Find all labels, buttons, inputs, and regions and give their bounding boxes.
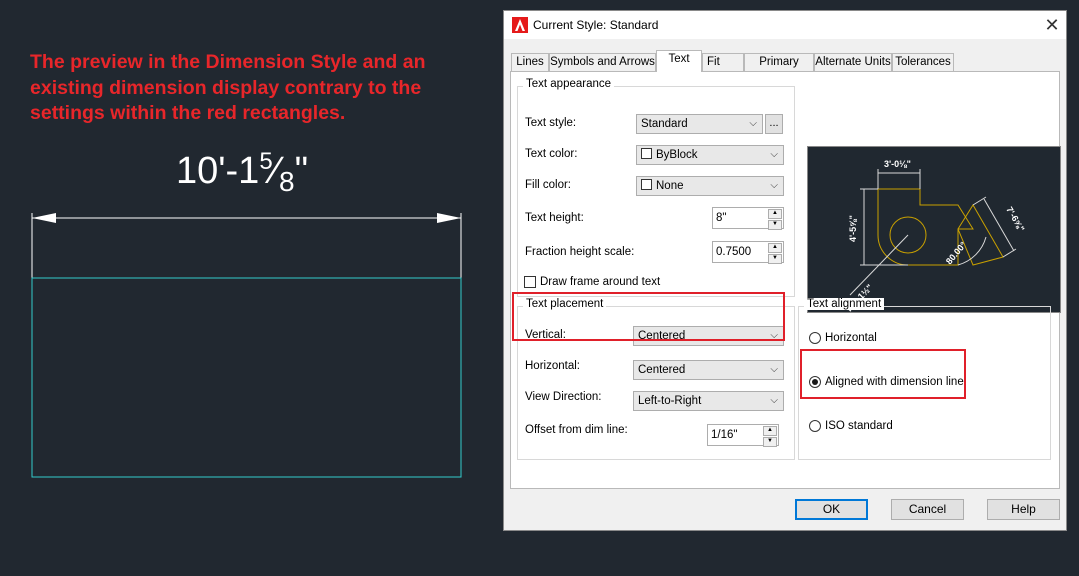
iso-standard-radio[interactable] [809,420,821,432]
dimension-arrow-right [437,213,461,223]
iso-standard-label: ISO standard [825,420,893,432]
tab-text[interactable]: Text [656,50,702,72]
preview-graphic: 3'-0⅛" 4'-5⅝" 7'-6⅝" 80.00° R2'-1½" [844,159,1026,313]
dimension-arrow-left [32,213,56,223]
help-button[interactable]: Help [987,499,1060,520]
highlight-text-placement-vertical [512,292,785,341]
dimension-style-dialog: Current Style: Standard ✕ Lines Symbols … [503,10,1067,531]
spin-down-icon[interactable]: ▼ [768,220,782,230]
dialog-title: Current Style: Standard [533,18,659,32]
tab-alternate-units[interactable]: Alternate Units [814,53,892,71]
text-color-value: ByBlock [656,149,698,161]
horizontal-value: Centered [638,364,686,376]
text-color-select[interactable]: ByBlock ⌵ [636,145,784,165]
offset-from-dim-line-label: Offset from dim line: [525,424,628,436]
spinner-buttons[interactable]: ▲ ▼ [768,243,782,264]
horizontal-label: Horizontal: [525,360,580,372]
spin-up-icon[interactable]: ▲ [768,209,782,219]
tab-tolerances[interactable]: Tolerances [892,53,954,71]
fill-color-label: Fill color: [525,179,572,191]
tab-lines[interactable]: Lines [511,53,549,71]
tab-symbols-and-arrows[interactable]: Symbols and Arrows [549,53,656,71]
text-style-value: Standard [641,118,688,130]
text-tab-panel: Text appearance Text style: Standard ⌵ .… [510,71,1061,489]
preview-dim-left: 4'-5⅝" [848,215,858,242]
close-icon[interactable]: ✕ [1041,14,1063,36]
spin-down-icon[interactable]: ▼ [768,254,782,264]
spinner-buttons[interactable]: ▲ ▼ [763,426,777,447]
draw-frame-label: Draw frame around text [540,276,661,288]
dimension-style-preview: 3'-0⅛" 4'-5⅝" 7'-6⅝" 80.00° R2'-1½" [807,146,1061,313]
cancel-button[interactable]: Cancel [891,499,964,520]
preview-dim-right: 7'-6⅝" [1004,205,1026,233]
text-style-browse-button[interactable]: ... [765,114,783,134]
fill-color-select[interactable]: None ⌵ [636,176,784,196]
highlight-aligned-with-dimension-line [800,349,966,399]
chevron-down-icon: ⌵ [770,395,778,406]
fraction-height-scale-input[interactable]: 0.7500 ▲ ▼ [712,241,784,264]
spin-up-icon[interactable]: ▲ [763,426,777,436]
view-direction-select[interactable]: Left-to-Right ⌵ [633,391,784,411]
autocad-a-icon [512,17,528,33]
chevron-down-icon: ⌵ [770,180,778,191]
text-color-label: Text color: [525,148,578,160]
horizontal-radio-label: Horizontal [825,332,877,344]
drawn-rectangle [31,277,462,478]
fraction-height-scale-label: Fraction height scale: [525,246,635,258]
text-appearance-label: Text appearance [523,78,615,90]
text-alignment-label: Text alignment [804,298,885,310]
text-height-label: Text height: [525,212,584,224]
tab-primary-units[interactable]: Primary Units [744,53,814,85]
offset-from-dim-line-input[interactable]: 1/16" ▲ ▼ [707,424,779,447]
dimension-drawing [31,213,462,478]
view-direction-label: View Direction: [525,391,602,403]
offset-from-dim-line-value: 1/16" [711,429,738,441]
draw-frame-checkbox[interactable] [524,276,536,288]
spin-up-icon[interactable]: ▲ [768,243,782,253]
title-bar[interactable]: Current Style: Standard ✕ [504,11,1066,39]
chevron-down-icon: ⌵ [749,118,757,129]
text-height-input[interactable]: 8" ▲ ▼ [712,207,784,230]
tab-fit[interactable]: Fit [702,53,744,71]
preview-dim-top: 3'-0⅛" [884,159,911,169]
text-height-value: 8" [716,212,727,224]
chevron-down-icon: ⌵ [770,364,778,375]
text-style-select[interactable]: Standard ⌵ [636,114,763,134]
spinner-buttons[interactable]: ▲ ▼ [768,209,782,230]
fill-color-value: None [656,180,684,192]
horizontal-radio[interactable] [809,332,821,344]
color-swatch-icon [641,179,652,190]
spin-down-icon[interactable]: ▼ [763,437,777,447]
fraction-height-scale-value: 0.7500 [716,246,752,258]
chevron-down-icon: ⌵ [770,149,778,160]
horizontal-select[interactable]: Centered ⌵ [633,360,784,380]
text-style-label: Text style: [525,117,577,129]
view-direction-value: Left-to-Right [638,395,702,407]
ok-button[interactable]: OK [795,499,868,520]
color-swatch-icon [641,148,652,159]
